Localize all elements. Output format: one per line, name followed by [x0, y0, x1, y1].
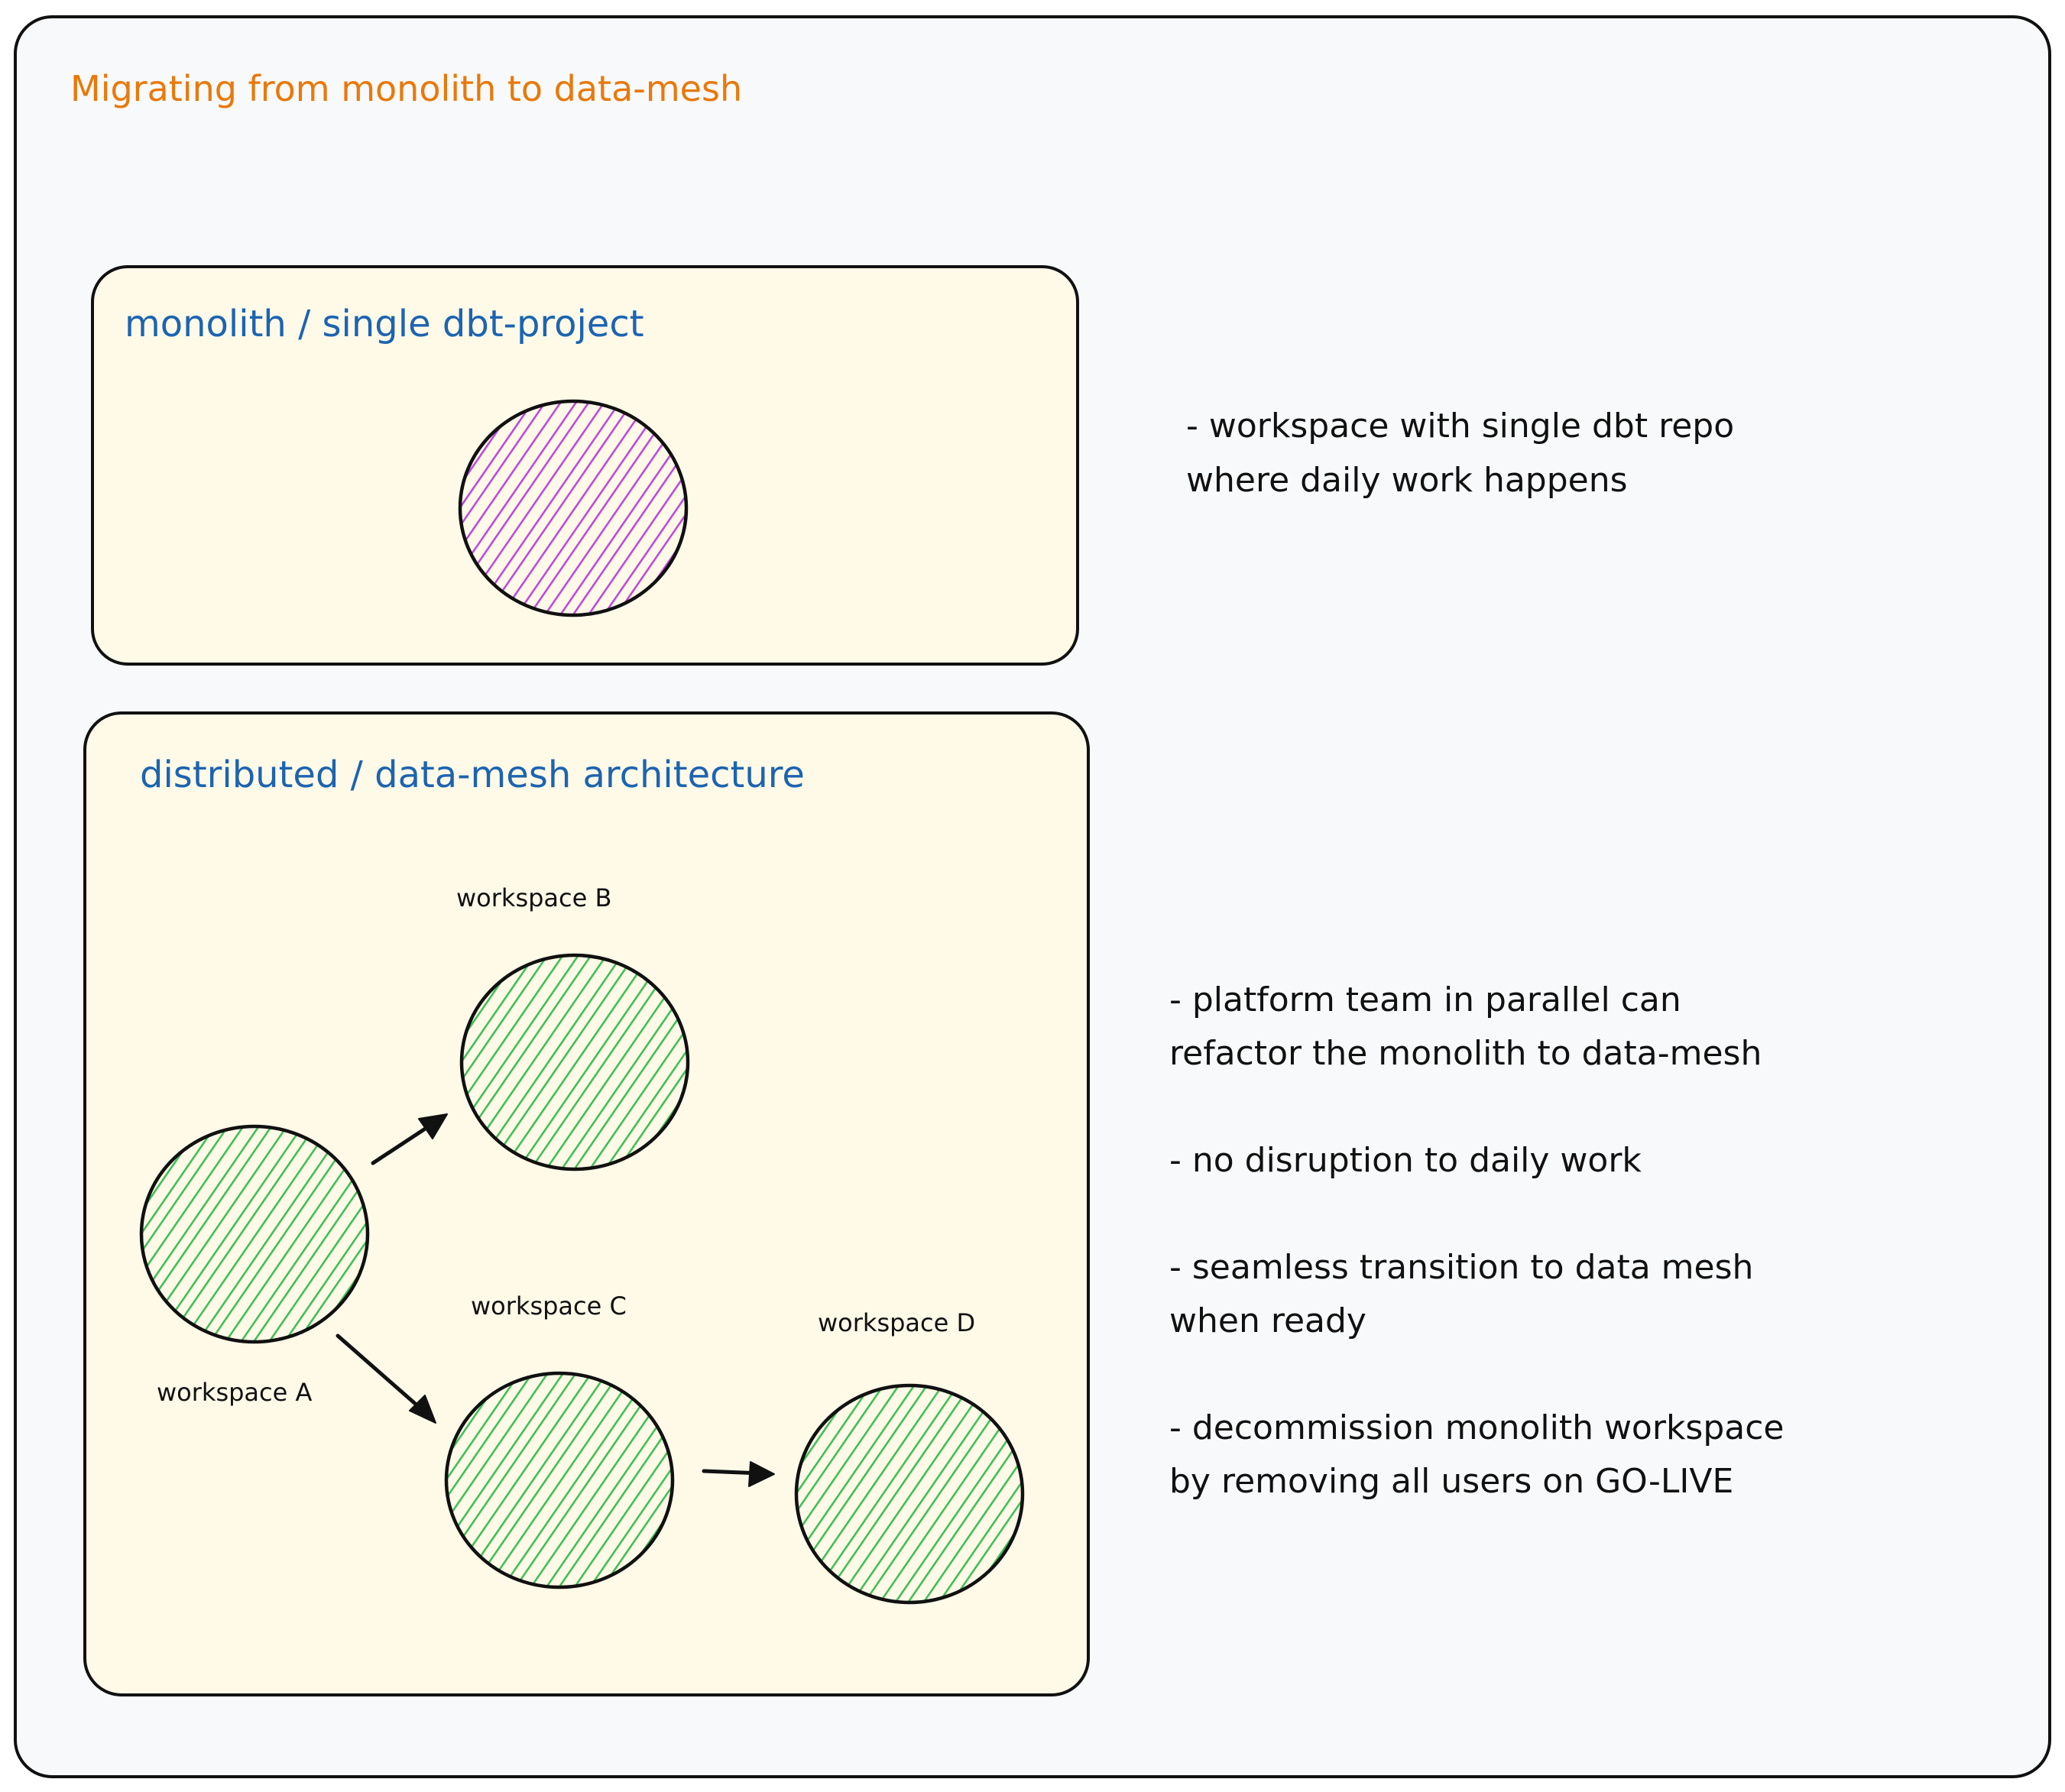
mesh-note-seamless-line-1: - seamless transition to data mesh — [1169, 1248, 1753, 1287]
monolith-panel-heading: monolith / single dbt-project — [125, 303, 644, 345]
monolith-note-line: - workspace with single dbt repo — [1186, 407, 1734, 446]
workspace-c-label: workspace C — [471, 1291, 627, 1321]
mesh-panel-heading: distributed / data-mesh architecture — [140, 753, 805, 796]
mesh-note-platform-line-2: refactor the monolith to data-mesh — [1169, 1034, 1762, 1073]
workspace-b-label: workspace B — [456, 883, 611, 912]
diagram-canvas: Migrating from monolith to data-mesh mon… — [14, 15, 2051, 1778]
workspace-a-label: workspace A — [157, 1378, 312, 1407]
workspace-d-label: workspace D — [818, 1308, 975, 1337]
mesh-note-decommission-line-2: by removing all users on GO-LIVE — [1169, 1462, 1733, 1501]
mesh-note-decommission-line-1: - decommission monolith workspace — [1169, 1408, 1785, 1447]
monolith-note-line: where daily work happens — [1186, 461, 1628, 500]
diagram-title: Migrating from monolith to data-mesh — [70, 68, 742, 109]
mesh-note-seamless-line-2: when ready — [1169, 1301, 1366, 1340]
mesh-note-platform-line-1: - platform team in parallel can — [1169, 980, 1681, 1019]
mesh-note-no-disruption: - no disruption to daily work — [1169, 1141, 1642, 1180]
